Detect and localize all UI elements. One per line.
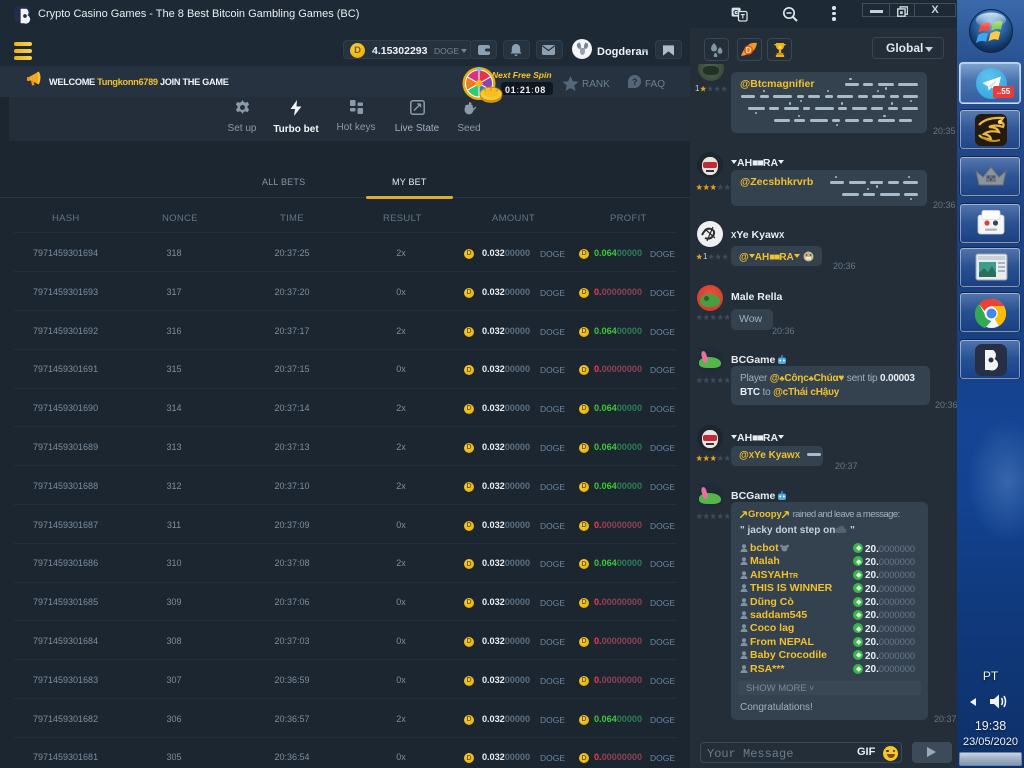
svg-text:D: D (746, 46, 752, 55)
